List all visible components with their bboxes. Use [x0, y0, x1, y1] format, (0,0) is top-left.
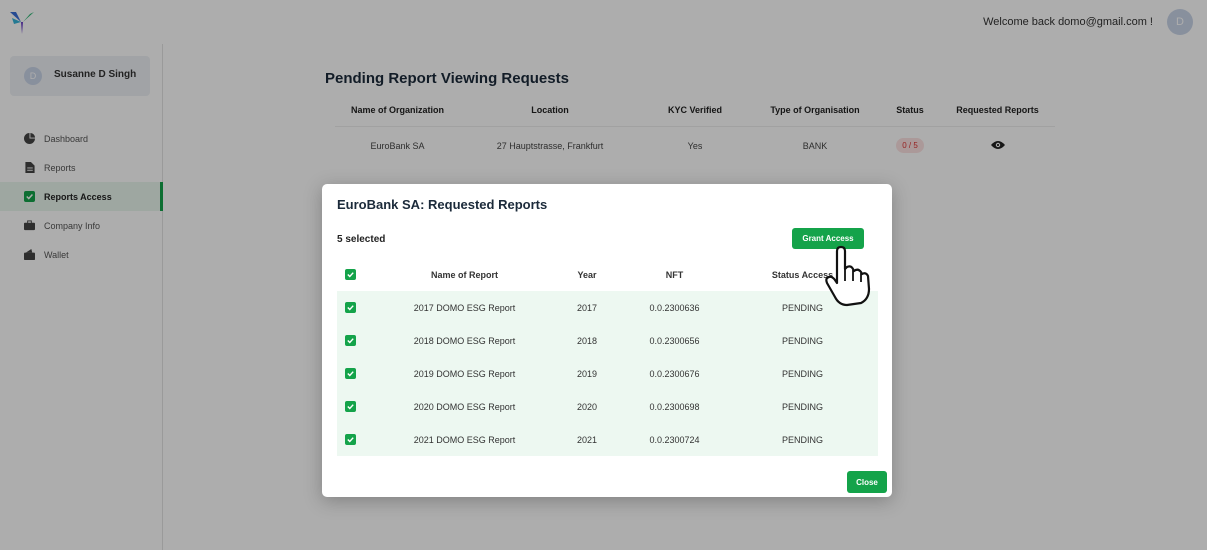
table-row[interactable]: 2018 DOMO ESG Report 2018 0.0.2300656 PE…: [337, 324, 878, 357]
modal-title: EuroBank SA: Requested Reports: [337, 197, 548, 212]
row-checkbox[interactable]: [345, 335, 356, 346]
status-cell: PENDING: [781, 401, 823, 412]
row-checkbox[interactable]: [345, 434, 356, 445]
status-cell: PENDING: [781, 302, 823, 313]
nft-cell: 0.0.2300698: [649, 401, 700, 412]
report-name-cell: 2020 DOMO ESG Report: [413, 401, 516, 412]
nft-cell: 0.0.2300724: [649, 434, 700, 445]
row-checkbox[interactable]: [345, 368, 356, 379]
table-header: Name of Report Year NFT Status Access: [337, 258, 878, 291]
reports-table: Name of Report Year NFT Status Access 20…: [337, 258, 878, 456]
table-row[interactable]: 2020 DOMO ESG Report 2020 0.0.2300698 PE…: [337, 390, 878, 423]
year-cell: 2018: [576, 335, 598, 346]
select-all-checkbox[interactable]: [345, 269, 356, 280]
table-body: 2017 DOMO ESG Report 2017 0.0.2300636 PE…: [337, 291, 878, 456]
column-header: Name of Report: [430, 269, 498, 280]
selected-count: 5 selected: [337, 234, 386, 245]
row-checkbox[interactable]: [345, 401, 356, 412]
table-row[interactable]: 2019 DOMO ESG Report 2019 0.0.2300676 PE…: [337, 357, 878, 390]
nft-cell: 0.0.2300676: [649, 368, 700, 379]
report-name-cell: 2018 DOMO ESG Report: [413, 335, 516, 346]
checkbox-cell: [337, 335, 377, 346]
grant-access-button[interactable]: Grant Access: [792, 228, 864, 249]
year-cell: 2019: [576, 368, 598, 379]
year-cell: 2021: [576, 434, 598, 445]
year-cell: 2020: [576, 401, 598, 412]
select-all-cell: [337, 269, 377, 280]
checkbox-cell: [337, 434, 377, 445]
row-checkbox[interactable]: [345, 302, 356, 313]
status-cell: PENDING: [781, 368, 823, 379]
checkbox-cell: [337, 401, 377, 412]
checkbox-cell: [337, 368, 377, 379]
column-header: Year: [577, 269, 597, 280]
nft-cell: 0.0.2300656: [649, 335, 700, 346]
nft-cell: 0.0.2300636: [649, 302, 700, 313]
year-cell: 2017: [576, 302, 598, 313]
report-name-cell: 2019 DOMO ESG Report: [413, 368, 516, 379]
close-button[interactable]: Close: [847, 471, 887, 493]
checkbox-cell: [337, 302, 377, 313]
status-cell: PENDING: [781, 434, 823, 445]
table-row[interactable]: 2017 DOMO ESG Report 2017 0.0.2300636 PE…: [337, 291, 878, 324]
column-header: Status Access: [771, 269, 834, 280]
status-cell: PENDING: [781, 335, 823, 346]
column-header: NFT: [665, 269, 684, 280]
requested-reports-modal: EuroBank SA: Requested Reports 5 selecte…: [322, 184, 892, 497]
report-name-cell: 2021 DOMO ESG Report: [413, 434, 516, 445]
report-name-cell: 2017 DOMO ESG Report: [413, 302, 516, 313]
table-row[interactable]: 2021 DOMO ESG Report 2021 0.0.2300724 PE…: [337, 423, 878, 456]
